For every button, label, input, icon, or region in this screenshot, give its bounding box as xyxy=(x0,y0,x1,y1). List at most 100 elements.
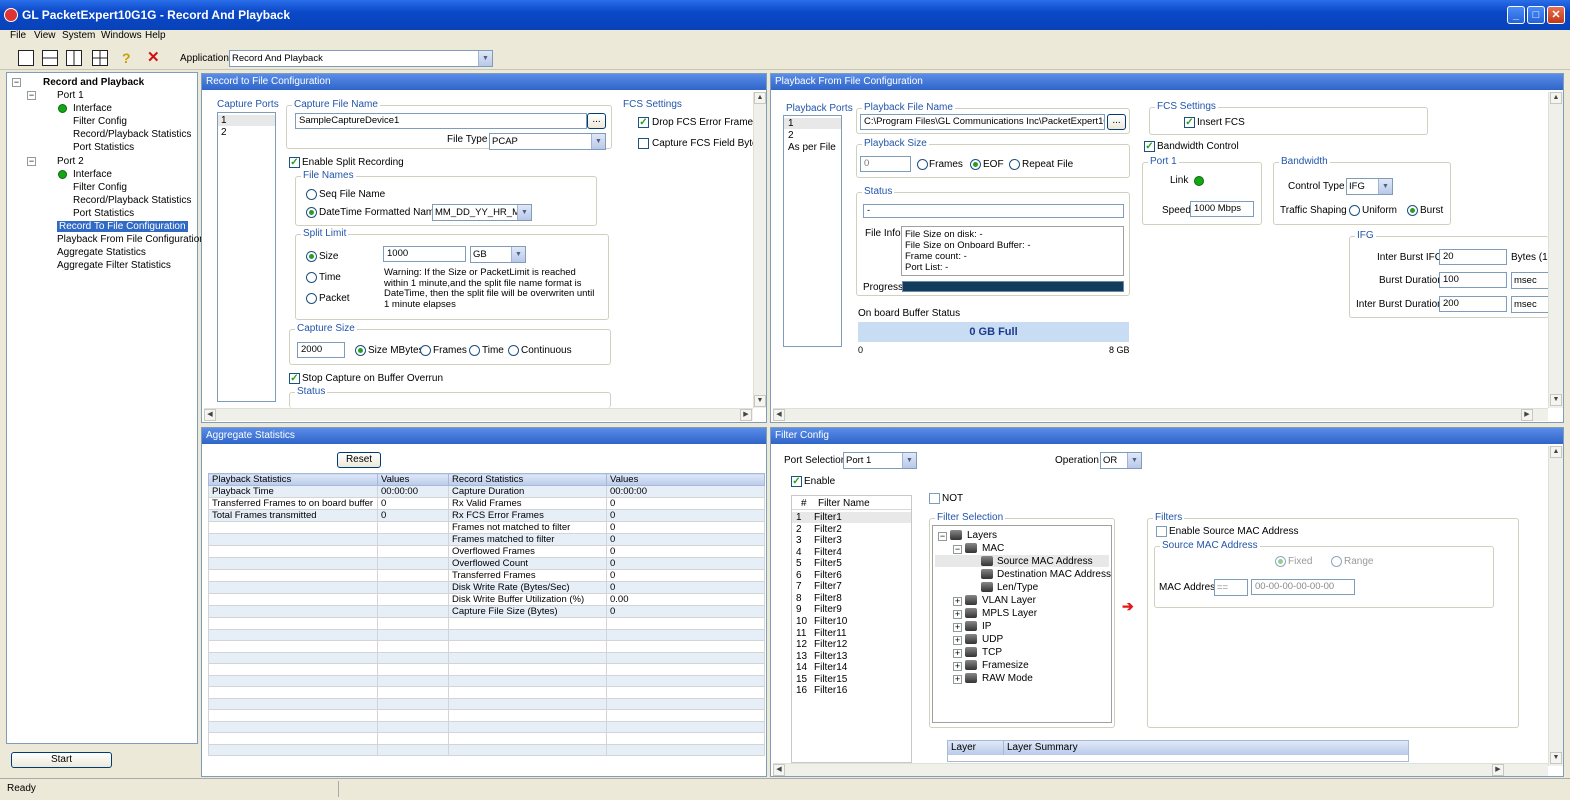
playback-file-input[interactable]: C:\Program Files\GL Communications Inc\P… xyxy=(860,114,1105,130)
list-item[interactable]: 4 Filter4 xyxy=(792,547,911,558)
list-item[interactable]: 10 Filter10 xyxy=(792,616,911,627)
layer-node-src-mac[interactable]: Source MAC Address xyxy=(997,556,1093,567)
capture-port-item[interactable]: 1 xyxy=(218,115,275,126)
maximize-button[interactable]: □ xyxy=(1527,6,1545,24)
scroll-down-icon[interactable]: ▼ xyxy=(1550,752,1562,764)
playback-port-item[interactable]: As per File xyxy=(788,142,836,153)
list-item[interactable]: 2 Filter2 xyxy=(792,524,911,535)
fixed-radio[interactable] xyxy=(1275,556,1286,567)
mac-operator-select[interactable]: == xyxy=(1214,579,1248,596)
collapse-icon[interactable]: − xyxy=(938,532,947,541)
tree-root[interactable]: Record and Playback xyxy=(43,77,144,88)
filter-list[interactable]: # Filter Name 1 Filter1 2 Filter2 3 Filter3 4 F… xyxy=(791,495,912,763)
layout-vertical-icon[interactable] xyxy=(66,50,82,66)
capture-file-input[interactable]: SampleCaptureDevice1 xyxy=(295,113,587,129)
datetime-names-radio[interactable] xyxy=(306,207,317,218)
capture-file-browse-button[interactable]: ... xyxy=(587,113,606,129)
uniform-radio[interactable] xyxy=(1349,205,1360,216)
collapse-icon[interactable]: − xyxy=(27,91,36,100)
enable-src-mac-checkbox[interactable] xyxy=(1156,526,1167,537)
mac-address-input[interactable]: 00-00-00-00-00-00 xyxy=(1251,579,1355,595)
tree-aggregate-stats[interactable]: Aggregate Statistics xyxy=(57,247,146,258)
tree-port2-interface[interactable]: Interface xyxy=(73,169,112,180)
vertical-scrollbar[interactable]: ▲ ▼ xyxy=(1548,92,1563,408)
playback-frames-radio[interactable] xyxy=(917,159,928,170)
time-radio[interactable] xyxy=(469,345,480,356)
collapse-icon[interactable]: − xyxy=(953,545,962,554)
list-item[interactable]: 16 Filter16 xyxy=(792,685,911,696)
expand-icon[interactable]: + xyxy=(953,636,962,645)
operation-select[interactable]: OR ▼ xyxy=(1100,452,1142,469)
expand-icon[interactable]: + xyxy=(953,675,962,684)
not-checkbox[interactable] xyxy=(929,493,940,504)
layer-node-layers[interactable]: Layers xyxy=(967,530,997,541)
scroll-right-icon[interactable]: ▶ xyxy=(1521,409,1533,421)
expand-icon[interactable]: + xyxy=(953,649,962,658)
list-item[interactable]: 15 Filter15 xyxy=(792,674,911,685)
filter-enable-checkbox[interactable]: ✓ xyxy=(791,476,802,487)
size-mbytes-radio[interactable] xyxy=(355,345,366,356)
vertical-scrollbar[interactable]: ▲ ▼ xyxy=(1548,446,1563,766)
scroll-down-icon[interactable]: ▼ xyxy=(754,395,766,407)
horizontal-scrollbar[interactable]: ◀ ▶ xyxy=(204,408,753,421)
menu-windows[interactable]: Windows xyxy=(101,30,142,41)
burst-duration-unit-select[interactable]: msec xyxy=(1511,272,1550,289)
list-item[interactable]: 9 Filter9 xyxy=(792,604,911,615)
playback-file-browse-button[interactable]: ... xyxy=(1107,114,1126,130)
tree-port2-port-stats[interactable]: Port Statistics xyxy=(73,208,134,219)
list-item[interactable]: 8 Filter8 xyxy=(792,593,911,604)
playback-repeat-radio[interactable] xyxy=(1009,159,1020,170)
drop-fcs-checkbox[interactable]: ✓ xyxy=(638,117,649,128)
application-select[interactable]: Record And Playback ▼ xyxy=(229,50,493,67)
expand-icon[interactable]: + xyxy=(953,597,962,606)
menu-help[interactable]: Help xyxy=(145,30,166,41)
scroll-right-icon[interactable]: ▶ xyxy=(1492,764,1504,776)
list-item[interactable]: 11 Filter11 xyxy=(792,628,911,639)
inter-burst-ifg-input[interactable]: 20 xyxy=(1439,249,1507,265)
scroll-left-icon[interactable]: ◀ xyxy=(773,764,785,776)
split-size-radio[interactable] xyxy=(306,251,317,262)
capture-size-input[interactable]: 2000 xyxy=(297,342,345,358)
scroll-up-icon[interactable]: ▲ xyxy=(1550,446,1562,458)
inter-burst-duration-input[interactable]: 200 xyxy=(1439,296,1507,312)
horizontal-scrollbar[interactable]: ◀ ▶ xyxy=(773,763,1548,776)
bandwidth-control-checkbox[interactable]: ✓ xyxy=(1144,141,1155,152)
range-radio[interactable] xyxy=(1331,556,1342,567)
tree-port1-rp-stats[interactable]: Record/Playback Statistics xyxy=(73,129,191,140)
list-item[interactable]: 14 Filter14 xyxy=(792,662,911,673)
expand-icon[interactable]: + xyxy=(953,610,962,619)
seq-file-name-radio[interactable] xyxy=(306,189,317,200)
inter-burst-duration-unit-select[interactable]: msec xyxy=(1511,296,1550,313)
close-button[interactable]: ✕ xyxy=(1547,6,1565,24)
expand-icon[interactable]: + xyxy=(953,662,962,671)
split-size-input[interactable]: 1000 xyxy=(383,246,466,262)
reset-button[interactable]: Reset xyxy=(337,452,381,468)
scroll-up-icon[interactable]: ▲ xyxy=(754,92,766,104)
tree-playback-from-file[interactable]: Playback From File Configuration xyxy=(57,234,205,245)
enable-split-checkbox[interactable]: ✓ xyxy=(289,157,300,168)
stop-capture-checkbox[interactable]: ✓ xyxy=(289,373,300,384)
tree-port1[interactable]: Port 1 xyxy=(57,90,84,101)
layer-node-framesize[interactable]: Framesize xyxy=(982,660,1029,671)
collapse-icon[interactable]: − xyxy=(12,78,21,87)
collapse-icon[interactable]: − xyxy=(27,157,36,166)
layout-horizontal-icon[interactable] xyxy=(42,50,58,66)
capture-ports-list[interactable]: 1 2 xyxy=(217,112,276,402)
start-button[interactable]: Start xyxy=(11,752,112,768)
tree-port1-port-stats[interactable]: Port Statistics xyxy=(73,142,134,153)
split-packet-radio[interactable] xyxy=(306,293,317,304)
tree-port2-rp-stats[interactable]: Record/Playback Statistics xyxy=(73,195,191,206)
burst-duration-input[interactable]: 100 xyxy=(1439,272,1507,288)
split-size-unit-select[interactable]: GB ▼ xyxy=(470,246,526,263)
layout-single-icon[interactable] xyxy=(18,50,34,66)
playback-ports-list[interactable]: 1 2 As per File xyxy=(783,115,842,347)
list-item[interactable]: 5 Filter5 xyxy=(792,558,911,569)
scroll-left-icon[interactable]: ◀ xyxy=(204,409,216,421)
exit-icon[interactable]: ✕ xyxy=(147,50,163,66)
playback-eof-radio[interactable] xyxy=(970,159,981,170)
continuous-radio[interactable] xyxy=(508,345,519,356)
layer-node-tcp[interactable]: TCP xyxy=(982,647,1002,658)
layer-node-vlan[interactable]: VLAN Layer xyxy=(982,595,1036,606)
burst-radio[interactable] xyxy=(1407,205,1418,216)
layer-node-len-type[interactable]: Len/Type xyxy=(997,582,1038,593)
